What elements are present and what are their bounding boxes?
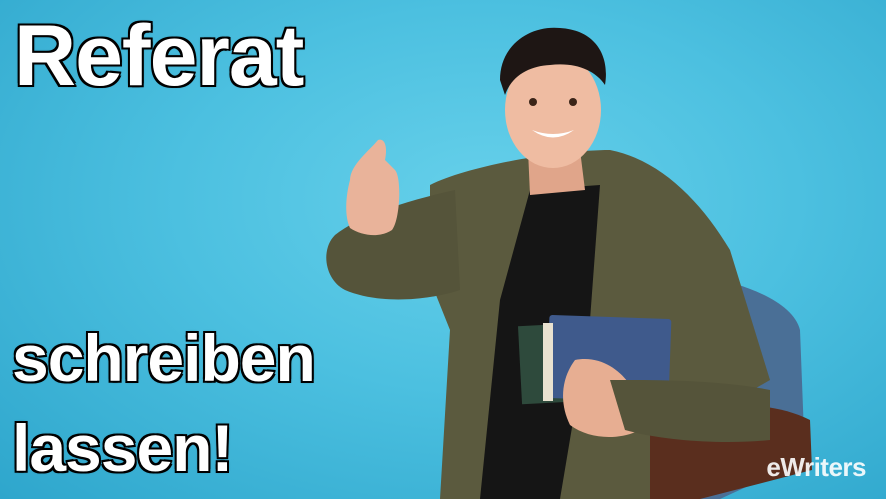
eye-left xyxy=(529,98,537,106)
brand-logo: eWriters xyxy=(766,452,866,482)
book-pages xyxy=(543,323,553,401)
eye-right xyxy=(569,98,577,106)
thumbs-up-hand xyxy=(346,139,400,236)
headline-line-3: lassen! xyxy=(10,410,234,487)
headline-line-2: schreiben xyxy=(11,320,318,397)
hero-banner: Referat schreiben lassen! eWriters xyxy=(0,0,886,499)
headline-line-1: Referat xyxy=(12,7,305,106)
